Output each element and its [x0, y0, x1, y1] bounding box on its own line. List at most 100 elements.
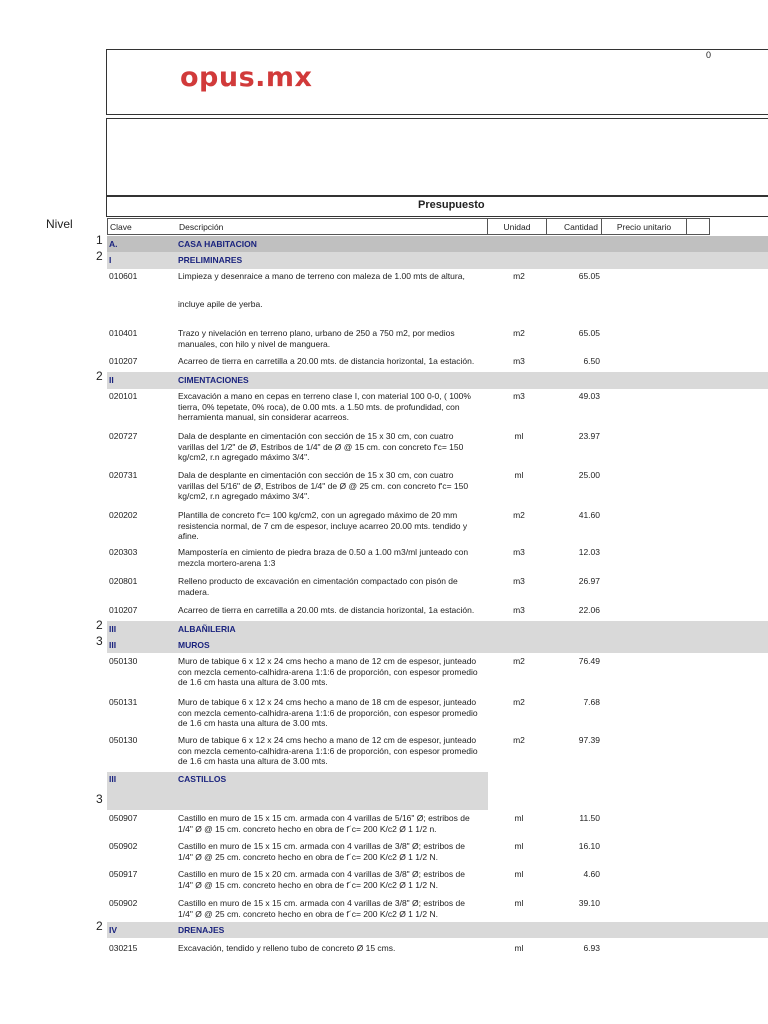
item-unit: m3: [513, 356, 525, 366]
item-description: Relleno producto de excavación en ciment…: [178, 576, 458, 597]
item-code: 010601: [109, 271, 138, 281]
item-code: 020801: [109, 576, 138, 586]
section-title: CASTILLOS: [178, 774, 227, 784]
item-description: Dala de desplante en cimentación con sec…: [178, 470, 469, 501]
item-description: Plantilla de concreto f'c= 100 kg/cm2, c…: [178, 510, 468, 541]
continuation-row: incluye apile de yerba.: [107, 299, 768, 311]
section-code: III: [109, 774, 117, 784]
item-unit: m2: [513, 510, 525, 520]
section-code: A.: [109, 239, 118, 249]
item-quantity: 39.10: [578, 898, 600, 908]
item-description: incluye apile de yerba.: [178, 299, 263, 309]
item-quantity: 22.06: [578, 605, 600, 615]
item-unit: m2: [513, 328, 525, 338]
item-unit: ml: [514, 943, 524, 953]
section-row: I PRELIMINARES: [107, 252, 768, 269]
item-description: Acarreo de tierra en carretilla a 20.00 …: [178, 605, 475, 615]
item-unit: m3: [513, 391, 525, 401]
item-quantity: 65.05: [578, 271, 600, 281]
item-description: Dala de desplante en cimentación con sec…: [178, 431, 464, 462]
table-row: 050917 Castillo en muro de 15 x 20 cm. ar…: [107, 869, 768, 891]
item-code: 010401: [109, 328, 138, 338]
section-row: III CASTILLOS: [107, 772, 488, 810]
item-unit: ml: [514, 431, 524, 441]
item-description: Trazo y nivelación en terreno plano, urb…: [178, 328, 455, 349]
item-quantity: 6.50: [583, 356, 600, 366]
item-code: 010207: [109, 605, 138, 615]
item-unit: ml: [514, 813, 524, 823]
table-row: 020727 Dala de desplante en cimentación c…: [107, 431, 768, 465]
table-row: 010601 Limpieza y desenraice a mano de te…: [107, 271, 768, 283]
item-description: Excavación, tendido y relleno tubo de co…: [178, 943, 396, 953]
section-code: III: [109, 640, 117, 650]
item-description: Mampostería en cimiento de piedra braza …: [178, 547, 469, 568]
item-code: 020202: [109, 510, 138, 520]
item-quantity: 25.00: [578, 470, 600, 480]
level-marker: 2: [96, 618, 103, 632]
level-marker: 3: [96, 634, 103, 648]
item-quantity: 97.39: [578, 735, 600, 745]
project-info-box: [106, 118, 768, 197]
item-code: 020303: [109, 547, 138, 557]
level-marker: 2: [96, 249, 103, 263]
item-code: 050902: [109, 841, 138, 851]
item-quantity: 12.03: [578, 547, 600, 557]
item-description: Muro de tabique 6 x 12 x 24 cms hecho a …: [178, 735, 478, 766]
item-quantity: 76.49: [578, 656, 600, 666]
level-label: Nivel: [46, 217, 73, 231]
item-unit: m2: [513, 697, 525, 707]
item-code: 020731: [109, 470, 138, 480]
item-description: Acarreo de tierra en carretilla a 20.00 …: [178, 356, 475, 366]
section-row: IV DRENAJES: [107, 922, 768, 938]
section-row: III ALBAÑILERIA: [107, 621, 768, 637]
table-row: 020202 Plantilla de concreto f'c= 100 kg/…: [107, 510, 768, 544]
item-unit: ml: [514, 898, 524, 908]
item-code: 050131: [109, 697, 138, 707]
item-description: Limpieza y desenraice a mano de terreno …: [178, 271, 465, 281]
table-row: 050902 Castillo en muro de 15 x 15 cm. ar…: [107, 898, 768, 920]
item-quantity: 6.93: [583, 943, 600, 953]
item-code: 050902: [109, 898, 138, 908]
item-unit: m3: [513, 605, 525, 615]
table-row: 020801 Relleno producto de excavación en …: [107, 576, 768, 598]
section-title: DRENAJES: [178, 925, 225, 935]
item-code: 050907: [109, 813, 138, 823]
item-description: Castillo en muro de 15 x 15 cm. armada c…: [178, 813, 470, 834]
section-code: IV: [109, 925, 118, 935]
item-quantity: 11.50: [579, 813, 600, 823]
header-descripcion: Descripción: [179, 222, 224, 232]
item-unit: m2: [513, 735, 525, 745]
item-code: 050130: [109, 656, 138, 666]
item-code: 010207: [109, 356, 138, 366]
item-description: Muro de tabique 6 x 12 x 24 cms hecho a …: [178, 697, 478, 728]
section-title: MUROS: [178, 640, 210, 650]
item-description: Castillo en muro de 15 x 20 cm. armada c…: [178, 869, 465, 890]
table-row: 020101 Excavación a mano en cepas en terr…: [107, 391, 768, 425]
logo: opus.mx: [180, 62, 313, 93]
item-unit: m2: [513, 271, 525, 281]
item-quantity: 16.10: [578, 841, 600, 851]
header-cantidad: Cantidad: [547, 218, 602, 235]
item-unit: m3: [513, 547, 525, 557]
table-row: 050130 Muro de tabique 6 x 12 x 24 cms he…: [107, 656, 768, 690]
section-title: ALBAÑILERIA: [178, 624, 236, 634]
table-row: 050902 Castillo en muro de 15 x 15 cm. ar…: [107, 841, 768, 863]
item-unit: m2: [513, 656, 525, 666]
section-row: A. CASA HABITACION: [107, 236, 768, 252]
table-row: 010401 Trazo y nivelación en terreno plan…: [107, 328, 768, 350]
section-title: PRELIMINARES: [178, 255, 243, 265]
item-code: 020101: [109, 391, 138, 401]
item-quantity: 23.97: [578, 431, 600, 441]
level-marker: 2: [96, 369, 103, 383]
header-unidad: Unidad: [488, 218, 547, 235]
item-description: Castillo en muro de 15 x 15 cm. armada c…: [178, 898, 465, 919]
item-description: Muro de tabique 6 x 12 x 24 cms hecho a …: [178, 656, 478, 687]
section-row: II CIMENTACIONES: [107, 372, 768, 389]
page-number: 0: [706, 50, 712, 60]
section-title: CASA HABITACION: [178, 239, 257, 249]
item-quantity: 26.97: [578, 576, 600, 586]
item-code: 020727: [109, 431, 138, 441]
item-code: 030215: [109, 943, 138, 953]
level-marker: 2: [96, 919, 103, 933]
item-quantity: 41.60: [578, 510, 600, 520]
